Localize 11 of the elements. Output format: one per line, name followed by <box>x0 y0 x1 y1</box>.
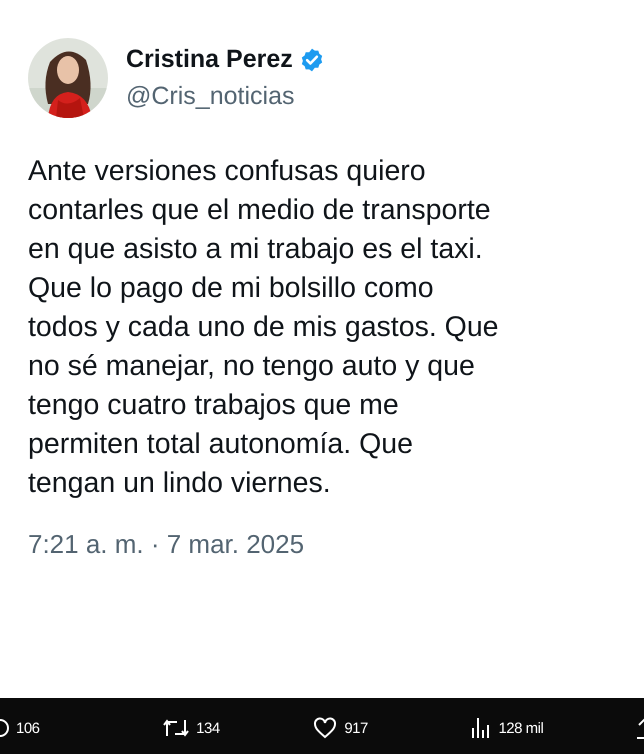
heart-icon[interactable] <box>312 716 338 740</box>
author-handle[interactable]: @Cris_noticias <box>126 82 325 111</box>
like-count: 917 <box>344 720 368 736</box>
author-name[interactable]: Cristina Perez <box>126 45 293 74</box>
post-timestamp[interactable]: 7:21 a. m. · 7 mar. 2025 <box>28 529 644 560</box>
reply-count: 106 <box>16 720 40 736</box>
repost-count: 134 <box>196 720 220 736</box>
reply-icon[interactable] <box>0 716 10 740</box>
share-icon[interactable] <box>636 716 644 740</box>
views-count: 128 mil <box>498 720 544 736</box>
post-text: Ante versiones confusas quiero contarles que el medio de transporte en que asisto a mi trabajo es el taxi. Que lo pago de mi bolsillo como todos y cada uno de mis gastos. Que no sé manejar, no tengo auto y que tengo cuatro trabajos que me permiten total autonomía. Que tengan un lindo viernes. <box>28 154 500 501</box>
